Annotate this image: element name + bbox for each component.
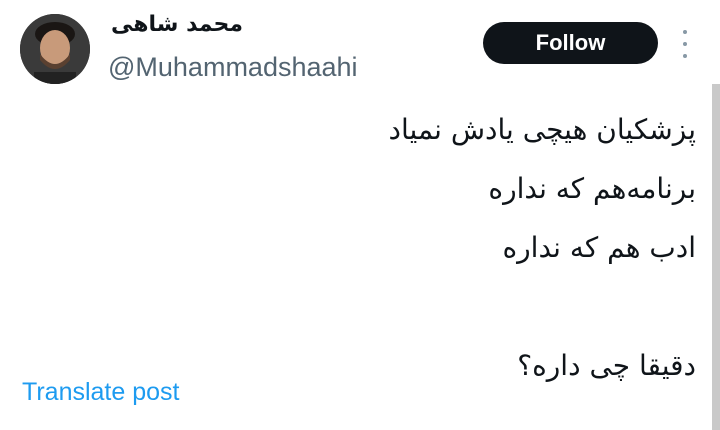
tweet-text: پزشکیان هیچی یادش نمیاد برنامه‌هم که ندا… xyxy=(96,100,696,395)
user-handle[interactable]: @Muhammadshaahi xyxy=(108,52,358,83)
more-vertical-icon[interactable] xyxy=(680,30,690,58)
scrollbar-thumb[interactable] xyxy=(712,84,720,430)
display-name[interactable]: محمد شاهی xyxy=(111,12,243,37)
follow-button[interactable]: Follow xyxy=(483,22,658,64)
tweet-line: دقیقا چی داره؟ xyxy=(517,349,696,382)
translate-post-link[interactable]: Translate post xyxy=(22,378,179,407)
more-dot xyxy=(683,42,687,46)
profile-photo xyxy=(20,14,90,84)
more-dot xyxy=(683,54,687,58)
tweet-line xyxy=(96,277,696,336)
avatar[interactable] xyxy=(20,14,90,84)
tweet-line: ادب هم که نداره xyxy=(502,231,696,264)
tweet-line: پزشکیان هیچی یادش نمیاد xyxy=(388,113,696,146)
tweet-line: برنامه‌هم که نداره xyxy=(488,172,696,205)
more-dot xyxy=(683,30,687,34)
